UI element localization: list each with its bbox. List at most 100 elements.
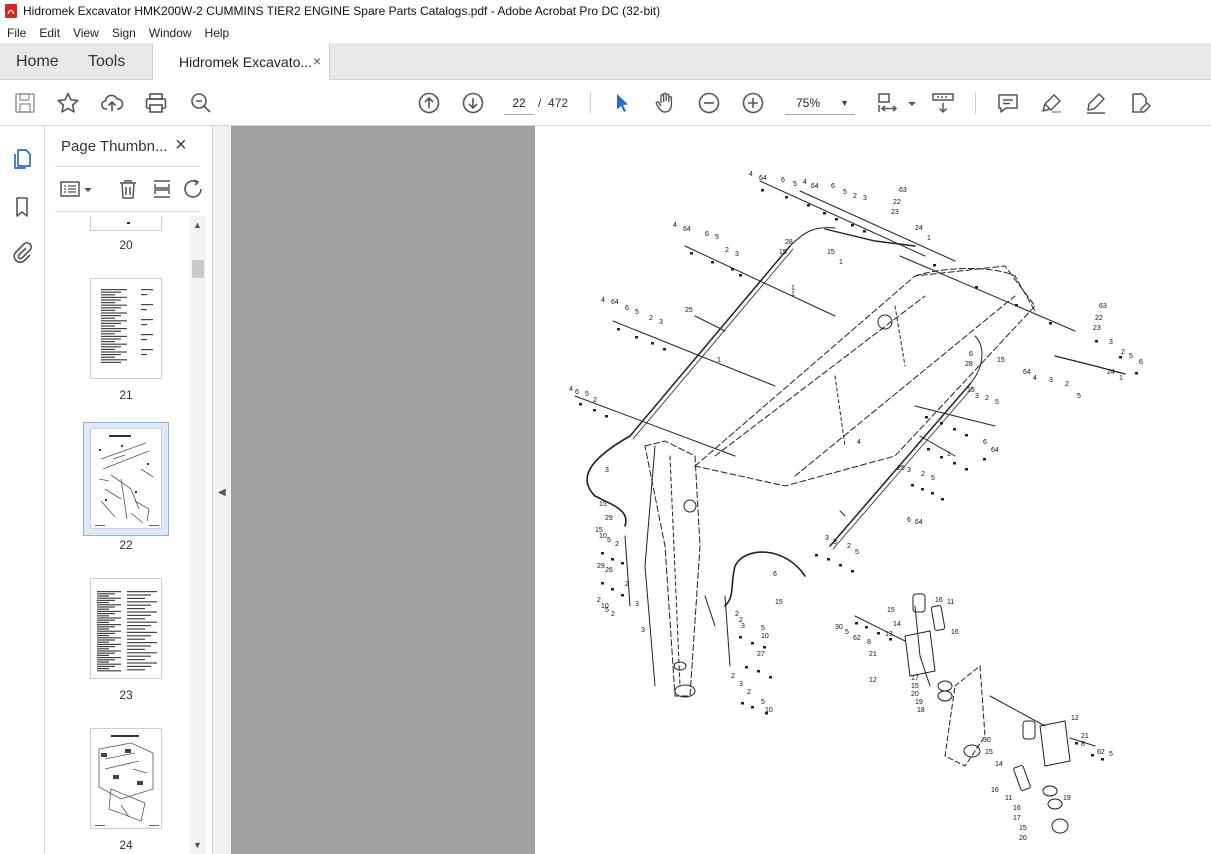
close-panel-icon[interactable]: × <box>175 134 187 157</box>
zoom-search-icon[interactable] <box>189 91 213 115</box>
part-callout: 26 <box>605 567 613 574</box>
part-callout: 2 <box>725 247 729 254</box>
tab-document[interactable]: Hidromek Excavato... × <box>152 43 330 80</box>
menu-file[interactable]: File <box>0 26 32 40</box>
part-callout: 16 <box>935 597 943 604</box>
menu-sign[interactable]: Sign <box>105 26 142 40</box>
thumbnail-scrollbar[interactable]: ▲ ▼ <box>190 216 206 854</box>
part-callout: 16 <box>951 629 959 636</box>
part-callout: 20 <box>1019 835 1027 842</box>
part-callout: 64 <box>1023 369 1031 376</box>
collapse-panel-icon[interactable]: ◀ <box>218 487 226 498</box>
fastener-mark <box>823 212 826 215</box>
fastener-mark <box>690 252 693 255</box>
thumbnail-label: 21 <box>119 388 133 402</box>
cloud-upload-icon[interactable] <box>100 91 124 115</box>
fastener-mark <box>1091 754 1094 757</box>
part-callout: 2 <box>625 581 629 588</box>
part-callout: 3 <box>863 195 867 202</box>
fastener-mark <box>601 552 604 555</box>
bookmark-icon[interactable] <box>11 196 33 218</box>
fastener-mark <box>731 268 734 271</box>
zoom-select[interactable]: 75% ▼ <box>785 91 855 115</box>
minus-circle-icon[interactable] <box>697 91 721 115</box>
plus-circle-icon[interactable] <box>741 91 765 115</box>
thumbnail-page-20[interactable] <box>90 216 162 231</box>
fastener-mark <box>757 670 760 673</box>
part-callout: 22 <box>1095 315 1103 322</box>
tab-bar: Home Tools Hidromek Excavato... × <box>0 43 1211 80</box>
part-callout: 24 <box>1107 369 1115 376</box>
page-number-input[interactable]: 22 <box>504 91 534 115</box>
menu-window[interactable]: Window <box>142 26 198 40</box>
fastener-mark <box>827 558 830 561</box>
fastener-mark <box>601 582 604 585</box>
navigation-rail <box>0 126 45 854</box>
part-callout: 1 <box>839 259 843 266</box>
part-callout: 4 <box>857 439 861 446</box>
page-thumbnails-icon[interactable] <box>11 148 33 170</box>
part-callout: 5 <box>761 625 765 632</box>
part-callout: 15 <box>779 249 787 256</box>
part-callout: 3 <box>605 467 609 474</box>
thumbnail-page-21[interactable] <box>90 278 162 379</box>
document-tab-label: Hidromek Excavato... <box>179 53 313 70</box>
arrow-up-circle-icon[interactable] <box>417 91 441 115</box>
part-callout: 2 <box>593 397 597 404</box>
part-callout: 8 <box>1081 741 1085 748</box>
tab-home[interactable]: Home <box>16 43 59 80</box>
part-callout: 3 <box>735 251 739 258</box>
tab-tools[interactable]: Tools <box>88 43 125 80</box>
fit-dropdown-icon[interactable] <box>900 91 916 115</box>
fastener-mark <box>1015 304 1018 307</box>
fastener-mark <box>807 204 810 207</box>
fastener-mark <box>769 676 772 679</box>
options-dropdown-icon[interactable] <box>83 178 93 200</box>
thumbnail-options-icon[interactable] <box>59 178 81 200</box>
menu-view[interactable]: View <box>66 26 105 40</box>
panel-divider <box>55 166 200 167</box>
hand-icon[interactable] <box>653 91 677 115</box>
close-tab-icon[interactable]: × <box>313 53 321 69</box>
fit-page-icon[interactable] <box>876 91 900 115</box>
part-callout: 5 <box>1129 353 1133 360</box>
star-icon[interactable] <box>56 91 80 115</box>
pen-sign-icon[interactable] <box>1084 91 1108 115</box>
save-icon[interactable] <box>13 91 37 115</box>
part-callout: 6 <box>969 351 973 358</box>
total-pages: 472 <box>548 96 569 110</box>
part-callout: 24 <box>915 225 923 232</box>
document-view[interactable]: 4 64 6 5 4 64 6 5 2 3 63 22 23 24 1 28 15 15 1 4 64 6 5 2 3 25 1 1 4… <box>231 126 1211 854</box>
cursor-arrow-icon[interactable] <box>610 91 634 115</box>
part-callout: 3 <box>907 467 911 474</box>
comment-icon[interactable] <box>996 91 1020 115</box>
fastener-mark <box>745 666 748 669</box>
scroll-mode-icon[interactable] <box>931 91 955 115</box>
scroll-down-icon[interactable]: ▼ <box>193 840 202 850</box>
rotate-icon[interactable] <box>183 178 205 200</box>
trash-icon[interactable] <box>117 178 139 200</box>
panel-splitter[interactable]: ◀ <box>213 126 231 854</box>
panel-title: Page Thumbn... <box>61 138 168 155</box>
thumbnail-page-24[interactable] <box>90 728 162 829</box>
thumbnail-page-23[interactable] <box>90 578 162 679</box>
part-callout: 14 <box>995 761 1003 768</box>
scroll-up-icon[interactable]: ▲ <box>193 220 202 230</box>
fastener-mark <box>751 706 754 709</box>
menu-edit[interactable]: Edit <box>32 26 66 40</box>
attachment-icon[interactable] <box>11 241 33 263</box>
printer-icon[interactable] <box>144 91 168 115</box>
thumbnail-page-22[interactable] <box>90 428 162 529</box>
arrow-down-circle-icon[interactable] <box>461 91 485 115</box>
part-callout: 13 <box>885 631 893 638</box>
highlighter-icon[interactable] <box>1040 91 1064 115</box>
insert-page-icon[interactable] <box>151 178 173 200</box>
menu-help[interactable]: Help <box>198 26 236 40</box>
fastener-mark <box>1135 372 1138 375</box>
edit-pdf-icon[interactable] <box>1128 91 1152 115</box>
part-callout: 15 <box>827 249 835 256</box>
part-callout: 5 <box>995 399 999 406</box>
fastener-mark <box>835 218 838 221</box>
scrollbar-thumb[interactable] <box>192 260 204 278</box>
fastener-mark <box>611 588 614 591</box>
